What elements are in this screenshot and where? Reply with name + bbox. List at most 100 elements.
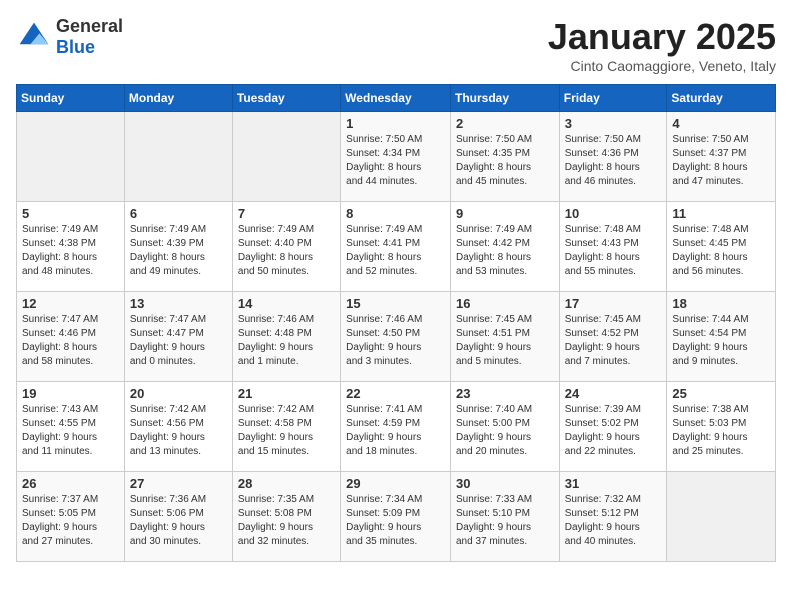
calendar-cell: 1Sunrise: 7:50 AM Sunset: 4:34 PM Daylig… xyxy=(341,112,451,202)
day-info: Sunrise: 7:49 AM Sunset: 4:42 PM Dayligh… xyxy=(456,223,554,279)
day-number: 30 xyxy=(456,476,554,491)
weekday-header-row: SundayMondayTuesdayWednesdayThursdayFrid… xyxy=(17,85,776,112)
day-number: 3 xyxy=(565,116,662,131)
calendar-cell: 2 Sunrise: 7:50 AM Sunset: 4:35 PM Daylig… xyxy=(450,112,559,202)
calendar-cell: 11Sunrise: 7:48 AM Sunset: 4:45 PM Dayli… xyxy=(667,202,776,292)
logo-text: General Blue xyxy=(56,16,123,58)
calendar-cell: 6 Sunrise: 7:49 AM Sunset: 4:39 PM Daylig… xyxy=(124,202,232,292)
day-number: 22 xyxy=(346,386,445,401)
day-info: Sunrise: 7:38 AM Sunset: 5:03 PM Dayligh… xyxy=(672,403,770,459)
calendar-cell: 10Sunrise: 7:48 AM Sunset: 4:43 PM Dayli… xyxy=(559,202,667,292)
day-number: 9 xyxy=(456,206,554,221)
day-number: 6 xyxy=(130,206,227,221)
logo-general-text: General xyxy=(56,16,123,37)
day-number: 25 xyxy=(672,386,770,401)
calendar-title: January 2025 xyxy=(548,16,776,58)
weekday-header-tuesday: Tuesday xyxy=(232,85,340,112)
day-number: 4 xyxy=(672,116,770,131)
day-number: 28 xyxy=(238,476,335,491)
logo-blue-text: Blue xyxy=(56,37,123,58)
day-info: Sunrise: 7:50 AM Sunset: 4:34 PM Dayligh… xyxy=(346,133,445,189)
day-info: Sunrise: 7:50 AM Sunset: 4:37 PM Dayligh… xyxy=(672,133,770,189)
day-info: Sunrise: 7:46 AM Sunset: 4:48 PM Dayligh… xyxy=(238,313,335,369)
calendar-cell xyxy=(232,112,340,202)
weekday-header-sunday: Sunday xyxy=(17,85,125,112)
day-number: 27 xyxy=(130,476,227,491)
calendar-table: SundayMondayTuesdayWednesdayThursdayFrid… xyxy=(16,84,776,562)
calendar-cell: 13Sunrise: 7:47 AM Sunset: 4:47 PM Dayli… xyxy=(124,292,232,382)
day-number: 20 xyxy=(130,386,227,401)
day-info: Sunrise: 7:49 AM Sunset: 4:41 PM Dayligh… xyxy=(346,223,445,279)
day-info: Sunrise: 7:48 AM Sunset: 4:43 PM Dayligh… xyxy=(565,223,662,279)
day-info: Sunrise: 7:40 AM Sunset: 5:00 PM Dayligh… xyxy=(456,403,554,459)
day-number: 16 xyxy=(456,296,554,311)
day-info: Sunrise: 7:42 AM Sunset: 4:56 PM Dayligh… xyxy=(130,403,227,459)
calendar-cell: 27 Sunrise: 7:36 AM Sunset: 5:06 PM Dayli… xyxy=(124,472,232,562)
weekday-header-thursday: Thursday xyxy=(450,85,559,112)
calendar-cell: 17Sunrise: 7:45 AM Sunset: 4:52 PM Dayli… xyxy=(559,292,667,382)
calendar-cell: 7 Sunrise: 7:49 AM Sunset: 4:40 PM Daylig… xyxy=(232,202,340,292)
calendar-cell: 15Sunrise: 7:46 AM Sunset: 4:50 PM Dayli… xyxy=(341,292,451,382)
day-info: Sunrise: 7:32 AM Sunset: 5:12 PM Dayligh… xyxy=(565,493,662,549)
calendar-cell: 22Sunrise: 7:41 AM Sunset: 4:59 PM Dayli… xyxy=(341,382,451,472)
page-header: General Blue January 2025 Cinto Caomaggi… xyxy=(16,16,776,74)
calendar-week-row: 5 Sunrise: 7:49 AM Sunset: 4:38 PM Daylig… xyxy=(17,202,776,292)
calendar-cell: 9 Sunrise: 7:49 AM Sunset: 4:42 PM Daylig… xyxy=(450,202,559,292)
title-area: January 2025 Cinto Caomaggiore, Veneto, … xyxy=(548,16,776,74)
calendar-cell: 18 Sunrise: 7:44 AM Sunset: 4:54 PM Dayli… xyxy=(667,292,776,382)
calendar-cell xyxy=(17,112,125,202)
day-number: 29 xyxy=(346,476,445,491)
day-info: Sunrise: 7:49 AM Sunset: 4:40 PM Dayligh… xyxy=(238,223,335,279)
day-info: Sunrise: 7:37 AM Sunset: 5:05 PM Dayligh… xyxy=(22,493,119,549)
day-info: Sunrise: 7:43 AM Sunset: 4:55 PM Dayligh… xyxy=(22,403,119,459)
day-info: Sunrise: 7:49 AM Sunset: 4:39 PM Dayligh… xyxy=(130,223,227,279)
calendar-cell: 21Sunrise: 7:42 AM Sunset: 4:58 PM Dayli… xyxy=(232,382,340,472)
calendar-cell: 8Sunrise: 7:49 AM Sunset: 4:41 PM Daylig… xyxy=(341,202,451,292)
day-info: Sunrise: 7:48 AM Sunset: 4:45 PM Dayligh… xyxy=(672,223,770,279)
calendar-cell xyxy=(124,112,232,202)
day-number: 2 xyxy=(456,116,554,131)
weekday-header-wednesday: Wednesday xyxy=(341,85,451,112)
logo: General Blue xyxy=(16,16,123,58)
day-info: Sunrise: 7:44 AM Sunset: 4:54 PM Dayligh… xyxy=(672,313,770,369)
day-number: 5 xyxy=(22,206,119,221)
calendar-cell: 26 Sunrise: 7:37 AM Sunset: 5:05 PM Dayli… xyxy=(17,472,125,562)
day-info: Sunrise: 7:45 AM Sunset: 4:51 PM Dayligh… xyxy=(456,313,554,369)
day-info: Sunrise: 7:47 AM Sunset: 4:47 PM Dayligh… xyxy=(130,313,227,369)
day-number: 18 xyxy=(672,296,770,311)
calendar-week-row: 19 Sunrise: 7:43 AM Sunset: 4:55 PM Dayli… xyxy=(17,382,776,472)
day-info: Sunrise: 7:50 AM Sunset: 4:35 PM Dayligh… xyxy=(456,133,554,189)
calendar-week-row: 12 Sunrise: 7:47 AM Sunset: 4:46 PM Dayli… xyxy=(17,292,776,382)
weekday-header-monday: Monday xyxy=(124,85,232,112)
calendar-subtitle: Cinto Caomaggiore, Veneto, Italy xyxy=(548,58,776,74)
day-info: Sunrise: 7:47 AM Sunset: 4:46 PM Dayligh… xyxy=(22,313,119,369)
logo-icon xyxy=(16,19,52,55)
calendar-cell: 25 Sunrise: 7:38 AM Sunset: 5:03 PM Dayli… xyxy=(667,382,776,472)
calendar-cell: 20 Sunrise: 7:42 AM Sunset: 4:56 PM Dayli… xyxy=(124,382,232,472)
day-info: Sunrise: 7:39 AM Sunset: 5:02 PM Dayligh… xyxy=(565,403,662,459)
calendar-week-row: 1Sunrise: 7:50 AM Sunset: 4:34 PM Daylig… xyxy=(17,112,776,202)
day-number: 7 xyxy=(238,206,335,221)
day-number: 14 xyxy=(238,296,335,311)
calendar-cell: 24Sunrise: 7:39 AM Sunset: 5:02 PM Dayli… xyxy=(559,382,667,472)
day-info: Sunrise: 7:36 AM Sunset: 5:06 PM Dayligh… xyxy=(130,493,227,549)
day-number: 12 xyxy=(22,296,119,311)
day-info: Sunrise: 7:50 AM Sunset: 4:36 PM Dayligh… xyxy=(565,133,662,189)
calendar-cell: 28 Sunrise: 7:35 AM Sunset: 5:08 PM Dayli… xyxy=(232,472,340,562)
day-number: 15 xyxy=(346,296,445,311)
day-info: Sunrise: 7:34 AM Sunset: 5:09 PM Dayligh… xyxy=(346,493,445,549)
day-number: 19 xyxy=(22,386,119,401)
day-info: Sunrise: 7:35 AM Sunset: 5:08 PM Dayligh… xyxy=(238,493,335,549)
calendar-cell: 30Sunrise: 7:33 AM Sunset: 5:10 PM Dayli… xyxy=(450,472,559,562)
day-info: Sunrise: 7:42 AM Sunset: 4:58 PM Dayligh… xyxy=(238,403,335,459)
calendar-cell: 14 Sunrise: 7:46 AM Sunset: 4:48 PM Dayli… xyxy=(232,292,340,382)
calendar-cell: 16 Sunrise: 7:45 AM Sunset: 4:51 PM Dayli… xyxy=(450,292,559,382)
calendar-cell: 12 Sunrise: 7:47 AM Sunset: 4:46 PM Dayli… xyxy=(17,292,125,382)
day-info: Sunrise: 7:49 AM Sunset: 4:38 PM Dayligh… xyxy=(22,223,119,279)
day-number: 26 xyxy=(22,476,119,491)
calendar-cell: 3 Sunrise: 7:50 AM Sunset: 4:36 PM Daylig… xyxy=(559,112,667,202)
calendar-cell: 29 Sunrise: 7:34 AM Sunset: 5:09 PM Dayli… xyxy=(341,472,451,562)
calendar-cell xyxy=(667,472,776,562)
day-info: Sunrise: 7:45 AM Sunset: 4:52 PM Dayligh… xyxy=(565,313,662,369)
calendar-cell: 5 Sunrise: 7:49 AM Sunset: 4:38 PM Daylig… xyxy=(17,202,125,292)
